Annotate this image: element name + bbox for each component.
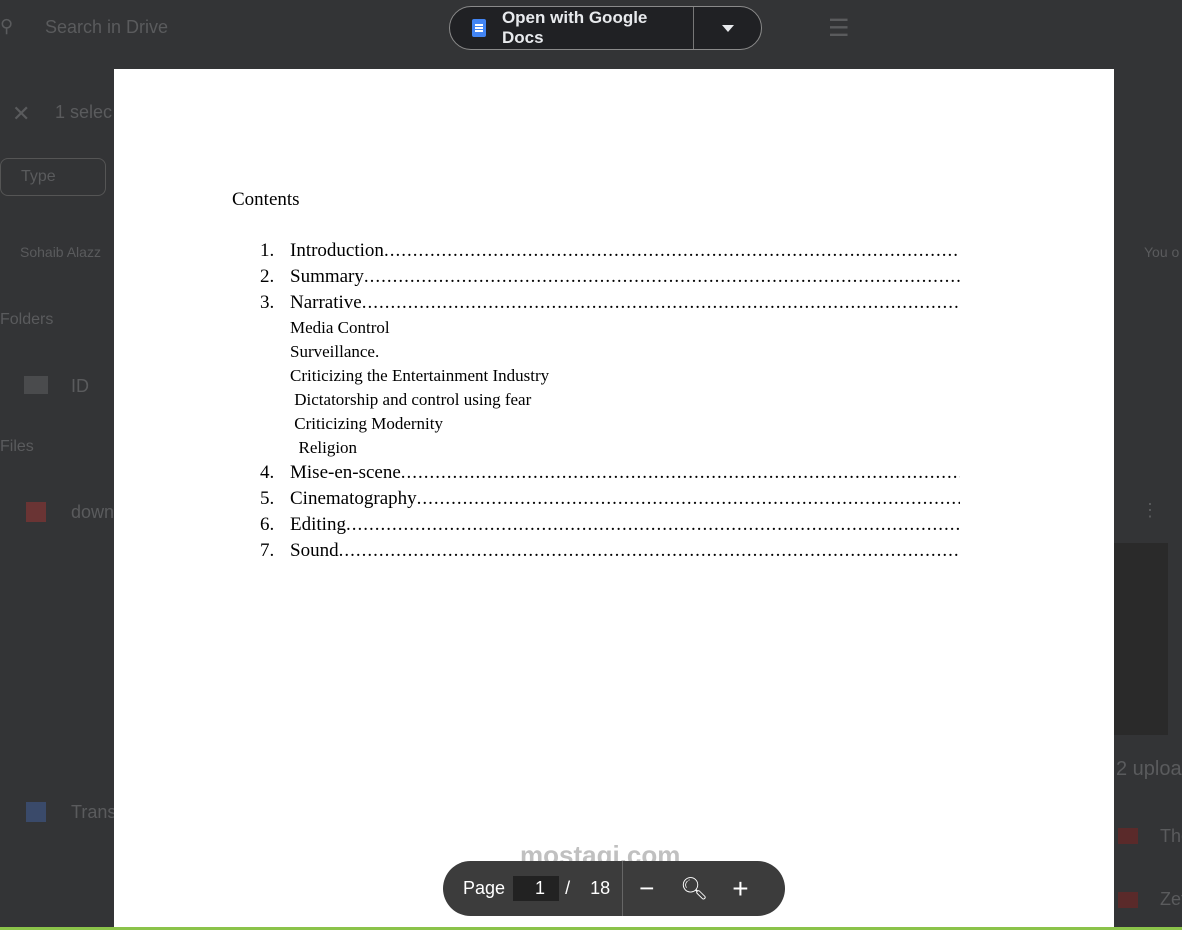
search-icon: ⚲ xyxy=(0,16,14,36)
zoom-out-button[interactable]: − xyxy=(639,873,654,904)
page-navigation-bar: Page 1 / 18 − 🔍︎ + xyxy=(443,861,785,916)
google-docs-icon xyxy=(472,19,486,37)
table-of-contents: 1. Introduction..........................… xyxy=(260,240,960,566)
zoom-in-button[interactable]: + xyxy=(732,873,748,905)
toc-item: 3. Narrative.............................… xyxy=(260,292,960,318)
owner: Sohaib Alazz xyxy=(20,244,101,260)
caret-down-icon xyxy=(721,24,734,32)
selection-count: 1 selec xyxy=(55,102,113,122)
toc-number: 6. xyxy=(260,514,275,535)
type-filter[interactable]: Type xyxy=(0,158,106,196)
page-separator: / xyxy=(565,878,571,898)
more-icon[interactable]: ⋮ xyxy=(1141,500,1159,521)
page-input[interactable]: 1 xyxy=(513,876,560,901)
toc-label: Editing xyxy=(290,514,346,535)
zoom-icon[interactable]: 🔍︎ xyxy=(680,876,708,902)
toc-item: 4. Mise-en-scene.........................… xyxy=(260,462,960,488)
filter-settings-icon[interactable]: ☰ xyxy=(828,14,850,43)
word-icon xyxy=(26,802,46,822)
toc-label: Sound xyxy=(290,540,339,561)
close-icon[interactable]: ✕ xyxy=(12,101,30,127)
toc-label: Mise-en-scene xyxy=(290,462,401,483)
image-icon xyxy=(26,502,46,522)
uploads-heading: 2 uploa xyxy=(1116,758,1182,780)
toc-subitem: Criticizing the Entertainment Industry xyxy=(290,366,550,385)
toc-subitem: Surveillance. xyxy=(290,342,380,361)
upload-item[interactable]: The xyxy=(1160,826,1182,847)
toc-leader: ........................................… xyxy=(338,540,960,561)
toc-number: 7. xyxy=(260,540,275,561)
toc-subitem: Religion xyxy=(290,438,358,457)
toc-label: Summary xyxy=(290,266,364,287)
toc-number: 2. xyxy=(260,266,275,287)
toc-leader: ........................................… xyxy=(416,488,960,509)
open-with-dropdown[interactable] xyxy=(694,24,761,32)
toc-label: Cinematography xyxy=(290,488,417,509)
open-with-button[interactable]: Open with Google Docs xyxy=(449,6,762,50)
search-input[interactable]: Search in Drive xyxy=(45,17,168,38)
page-label: Page xyxy=(463,878,506,898)
pdf-icon xyxy=(1118,828,1138,844)
toc-leader: ........................................… xyxy=(383,240,960,261)
toc-label: Narrative xyxy=(290,292,362,313)
folders-heading: Folders xyxy=(0,311,54,328)
folder-icon xyxy=(24,376,48,394)
contents-title: Contents xyxy=(232,189,300,210)
toc-number: 1. xyxy=(260,240,275,261)
toc-subitem: Dictatorship and control using fear xyxy=(290,390,532,409)
file-name[interactable]: Trans xyxy=(71,802,116,823)
toc-leader: ........................................… xyxy=(363,266,960,287)
toc-item: 2. Summary...............................… xyxy=(260,266,960,292)
right-owner: You o xyxy=(1144,244,1180,260)
toc-item: 6. Editing...............................… xyxy=(260,514,960,540)
file-thumbnail xyxy=(1114,543,1168,735)
toc-leader: ........................................… xyxy=(361,292,960,313)
toc-item: 1. Introduction..........................… xyxy=(260,240,960,266)
toc-leader: ........................................… xyxy=(345,514,960,535)
toc-number: 3. xyxy=(260,292,275,313)
open-with-label: Open with Google Docs xyxy=(501,8,648,47)
file-name[interactable]: down xyxy=(71,502,114,523)
toc-number: 4. xyxy=(260,462,275,483)
open-with-google-docs[interactable]: Open with Google Docs xyxy=(450,7,694,49)
folder-name[interactable]: ID xyxy=(71,376,89,397)
page-total: 18 xyxy=(590,878,611,898)
document-page: Contents 1. Introduction.................… xyxy=(114,69,1114,930)
toc-number: 5. xyxy=(260,488,275,509)
toc-item: 5. Cinematography........................… xyxy=(260,488,960,514)
toc-subitem: Criticizing Modernity xyxy=(290,414,443,433)
pdf-icon xyxy=(1118,892,1138,908)
toc-leader: ........................................… xyxy=(400,462,960,483)
files-heading: Files xyxy=(0,438,34,455)
toc-item: 7. Sound.................................… xyxy=(260,540,960,566)
upload-item[interactable]: Zet xyxy=(1160,889,1182,910)
toc-subitem: Media Control xyxy=(290,318,390,337)
toc-label: Introduction xyxy=(290,240,384,261)
